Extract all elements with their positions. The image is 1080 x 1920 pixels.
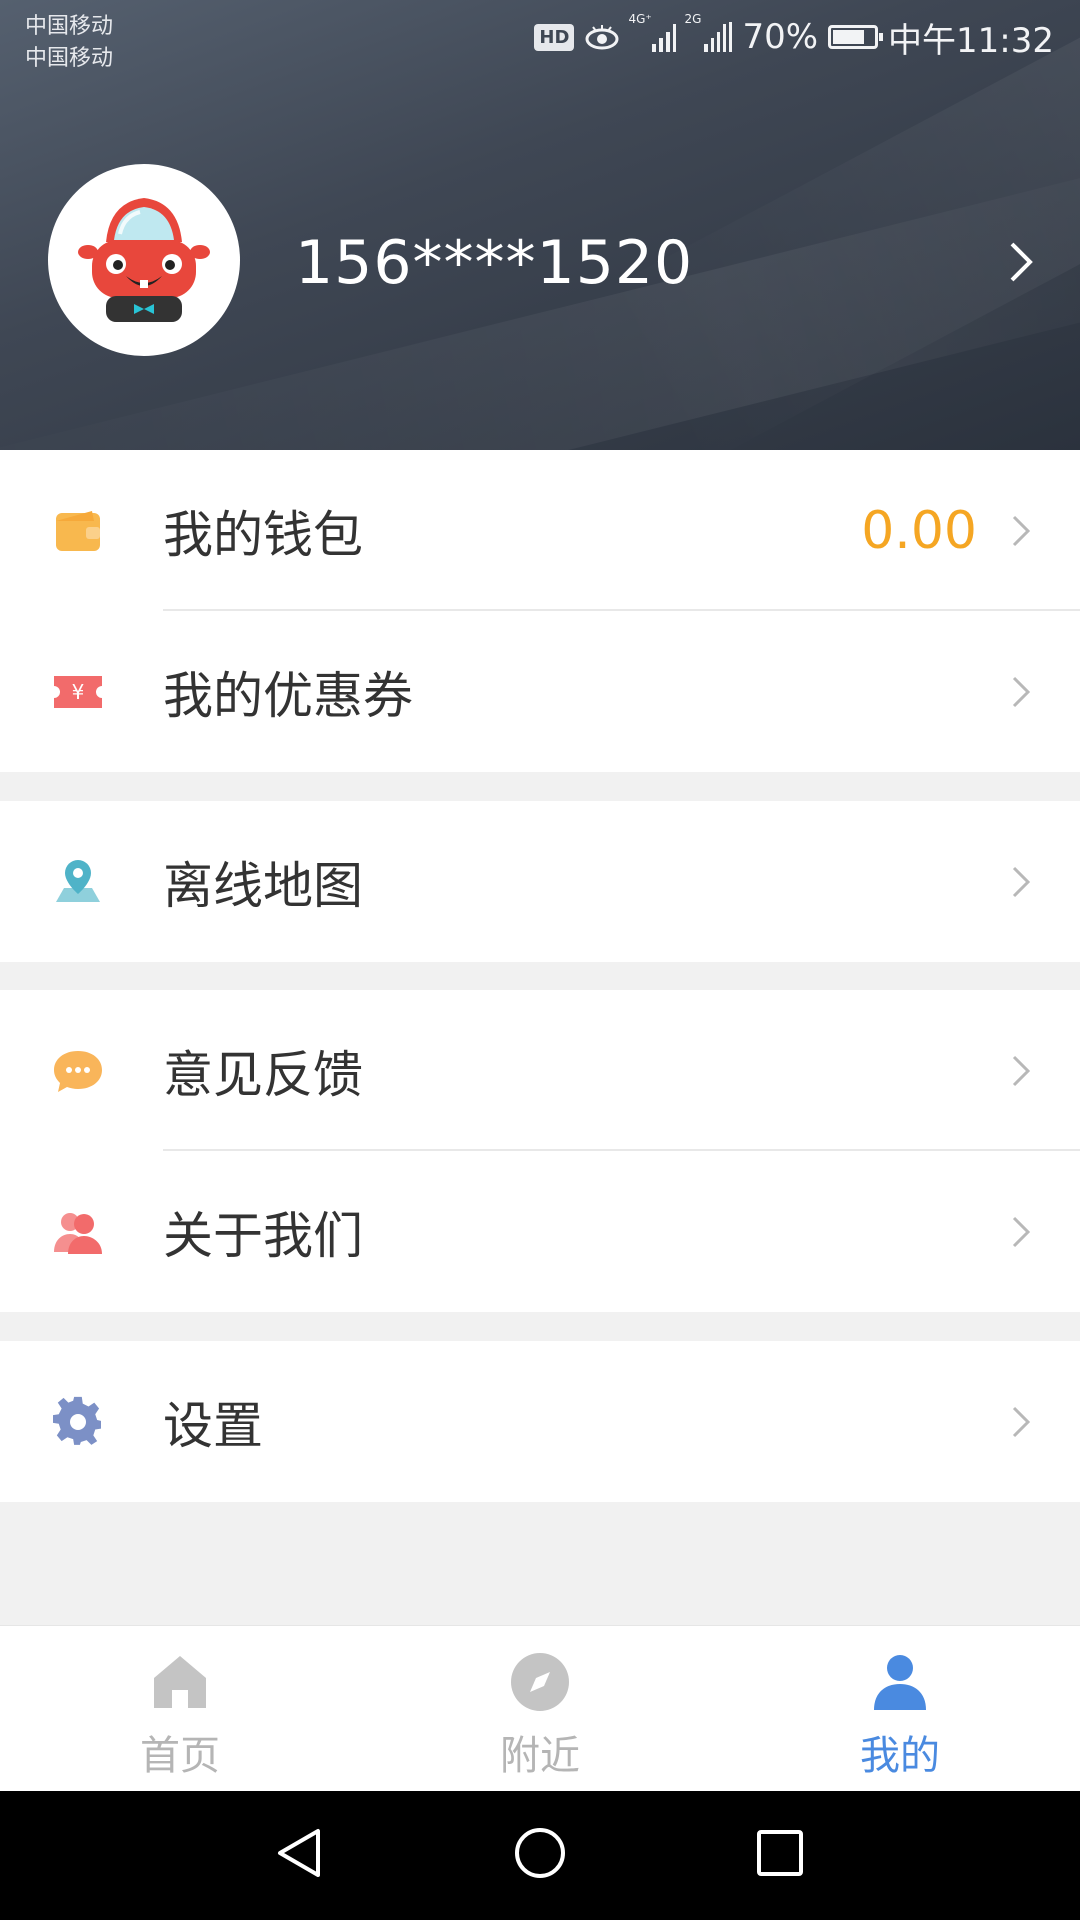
menu-item-about[interactable]: 关于我们 <box>0 1151 1080 1312</box>
menu-section-settings: 设置 <box>0 1341 1080 1502</box>
menu-item-label: 离线地图 <box>163 856 363 915</box>
recents-icon[interactable] <box>750 1823 810 1883</box>
status-icons: HD 4G⁺ 2G 70% 中午11:32 <box>534 12 1054 61</box>
battery-icon <box>828 25 884 49</box>
signal-icon: 4G⁺ <box>628 12 677 52</box>
tab-home[interactable]: 首页 <box>80 1626 280 1792</box>
chevron-right-icon <box>1012 1406 1031 1437</box>
status-bar: 中国移动 中国移动 HD 4G⁺ 2G 70% 中午11:32 <box>0 0 1080 75</box>
bottom-tab-bar: 首页 附近 我的 <box>0 1625 1080 1792</box>
home-button-icon[interactable] <box>510 1823 570 1883</box>
menu-item-label: 我的优惠券 <box>163 666 413 725</box>
tab-mine[interactable]: 我的 <box>800 1626 1000 1792</box>
hd-icon: HD <box>534 23 575 51</box>
menu-section-finance: 我的钱包 0.00 ¥ 我的优惠券 <box>0 450 1080 772</box>
clock: 中午11:32 <box>888 20 1054 61</box>
profile-header: 中国移动 中国移动 HD 4G⁺ 2G 70% 中午11:32 156****1… <box>0 0 1080 450</box>
carrier-1: 中国移动 <box>25 14 114 39</box>
car-mascot-icon <box>78 198 210 322</box>
signal-icon: 2G <box>684 12 733 52</box>
menu-item-label: 设置 <box>163 1396 263 1455</box>
menu-item-coupons[interactable]: ¥ 我的优惠券 <box>0 611 1080 772</box>
chevron-right-icon <box>1012 515 1031 546</box>
menu-item-feedback[interactable]: 意见反馈 <box>0 990 1080 1151</box>
carrier-2: 中国移动 <box>25 46 114 71</box>
chevron-right-icon <box>1012 866 1031 897</box>
compass-icon <box>511 1653 569 1711</box>
svg-text:¥: ¥ <box>72 680 85 704</box>
user-phone[interactable]: 156****1520 <box>295 228 693 298</box>
gear-icon <box>53 1396 101 1445</box>
menu-item-label: 关于我们 <box>163 1206 363 1265</box>
menu-item-label: 意见反馈 <box>163 1045 363 1104</box>
wallet-icon <box>56 510 100 551</box>
battery-percent: 70% <box>742 17 819 57</box>
menu-section-support: 意见反馈 关于我们 <box>0 990 1080 1312</box>
menu-item-settings[interactable]: 设置 <box>0 1341 1080 1502</box>
wallet-balance: 0.00 <box>861 500 977 561</box>
chevron-right-icon <box>1012 1055 1031 1086</box>
chevron-right-icon[interactable] <box>1002 238 1038 286</box>
tab-label: 首页 <box>140 1733 220 1779</box>
eye-icon <box>585 25 619 50</box>
chevron-right-icon <box>1012 676 1031 707</box>
coupon-icon: ¥ <box>54 675 102 708</box>
map-pin-icon <box>56 859 100 902</box>
user-icon <box>874 1655 926 1710</box>
menu-item-wallet[interactable]: 我的钱包 0.00 <box>0 450 1080 611</box>
menu-section-map: 离线地图 <box>0 801 1080 962</box>
home-icon <box>154 1656 206 1708</box>
tab-label: 附近 <box>500 1733 580 1779</box>
tab-label: 我的 <box>860 1733 940 1779</box>
menu-item-offline-map[interactable]: 离线地图 <box>0 801 1080 962</box>
chat-bubble-icon <box>54 1050 102 1092</box>
network-type-label: 2G <box>684 12 702 26</box>
avatar[interactable] <box>48 164 240 356</box>
system-navigation-bar <box>0 1791 1080 1920</box>
chevron-right-icon <box>1012 1216 1031 1247</box>
back-icon[interactable] <box>270 1823 330 1883</box>
tab-nearby[interactable]: 附近 <box>440 1626 640 1792</box>
menu-item-label: 我的钱包 <box>163 505 363 564</box>
people-icon <box>54 1212 102 1254</box>
network-type-label: 4G⁺ <box>628 12 652 26</box>
